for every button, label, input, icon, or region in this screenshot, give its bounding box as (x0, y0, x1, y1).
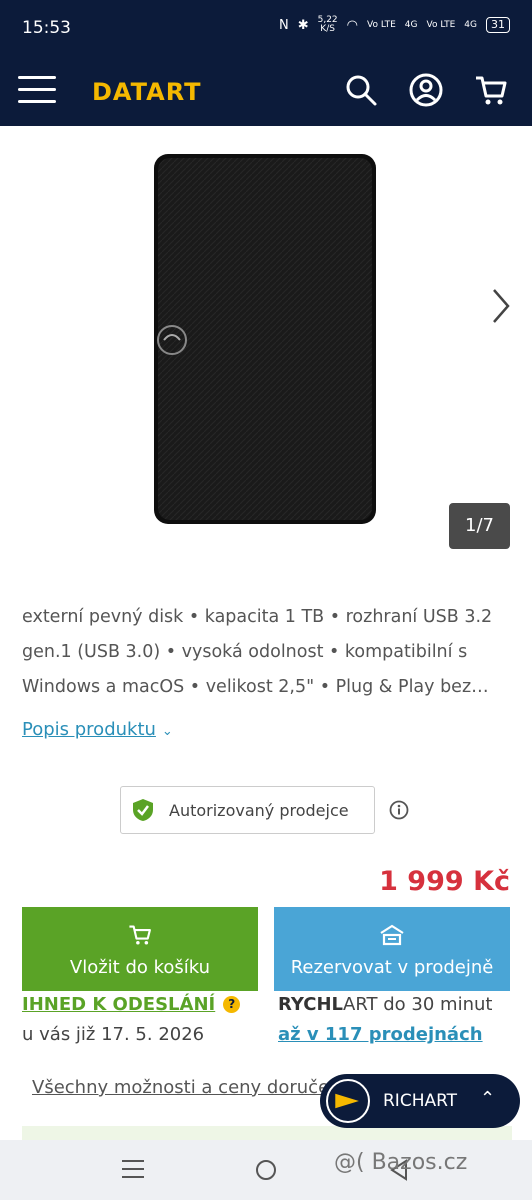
all-delivery-options-link[interactable]: Všechny možnosti a ceny doruče (32, 1077, 329, 1098)
authorized-seller-label: Autorizovaný prodejce (169, 800, 349, 820)
cart-icon (129, 925, 151, 945)
description-link-label: Popis produktu (22, 719, 156, 740)
network-4g-2: 4G (464, 19, 477, 30)
bluetooth-icon: ✱ (297, 17, 309, 33)
status-bar: 15:53 N ✱ 5,22 K/S ◠ Vo LTE 4G Vo LTE 4G … (0, 0, 532, 56)
richart-chat-widget[interactable]: RICHART ⌃ (320, 1074, 520, 1128)
battery-icon: 31 (486, 17, 510, 33)
network-4g-1: 4G (404, 19, 418, 30)
rychlart-rest: ART do 30 minut (343, 994, 493, 1015)
store-icon (380, 924, 404, 946)
shield-check-icon (133, 799, 153, 821)
product-gallery[interactable]: 1/7 (0, 126, 532, 566)
info-icon[interactable] (388, 799, 410, 821)
wifi-icon: ◠ (346, 17, 358, 33)
rychlart-bold: RYCHL (278, 994, 344, 1015)
reserve-in-store-label: Rezervovat v prodejně (290, 957, 494, 978)
reserve-in-store-button[interactable]: Rezervovat v prodejně (274, 907, 510, 991)
net-speed-unit: K/S (320, 24, 335, 34)
add-to-cart-label: Vložit do košíku (69, 957, 211, 978)
stores-link[interactable]: až v 117 prodejnách (278, 1024, 483, 1045)
datart-logo[interactable]: DATART (92, 78, 202, 106)
product-image (154, 154, 376, 524)
product-price: 1 999 Kč (379, 866, 510, 897)
nfc-icon: N (278, 17, 289, 33)
menu-icon[interactable] (18, 76, 56, 104)
status-icons: N ✱ 5,22 K/S ◠ Vo LTE 4G Vo LTE 4G 31 (279, 16, 510, 34)
cart-icon[interactable] (473, 72, 509, 108)
volte-indicator-2: Vo LTE (426, 19, 456, 30)
product-description-link[interactable]: Popis produktu ⌄ (22, 719, 173, 740)
help-icon[interactable]: ? (223, 996, 241, 1013)
richart-avatar-icon (326, 1079, 370, 1123)
volte-indicator-1: Vo LTE (367, 19, 396, 30)
gallery-counter: 1/7 (449, 503, 510, 549)
authorized-seller-badge: Autorizovaný prodejce (120, 786, 375, 834)
availability-status-label: IHNED K ODESLÁNÍ (22, 994, 216, 1015)
search-icon[interactable] (343, 72, 379, 108)
bazos-watermark: @( Bazos.cz (334, 1150, 468, 1175)
availability-status[interactable]: IHNED K ODESLÁNÍ? (22, 994, 241, 1015)
chevron-down-icon: ⌄ (161, 724, 173, 739)
chevron-up-icon[interactable]: ⌃ (480, 1088, 495, 1109)
home-icon[interactable] (256, 1160, 276, 1180)
chevron-right-icon[interactable] (490, 286, 512, 326)
account-icon[interactable] (408, 72, 444, 108)
rychlart-info: RYCHLART do 30 minut (278, 994, 492, 1015)
add-to-cart-button[interactable]: Vložit do košíku (22, 907, 258, 991)
recent-apps-icon[interactable] (122, 1160, 144, 1180)
status-time: 15:53 (22, 18, 71, 38)
richart-label: RICHART (383, 1091, 458, 1111)
product-description: externí pevný disk • kapacita 1 TB • roz… (22, 607, 493, 697)
delivery-date: u vás již 17. 5. 2026 (22, 1024, 205, 1045)
site-header: DATART (0, 56, 532, 126)
